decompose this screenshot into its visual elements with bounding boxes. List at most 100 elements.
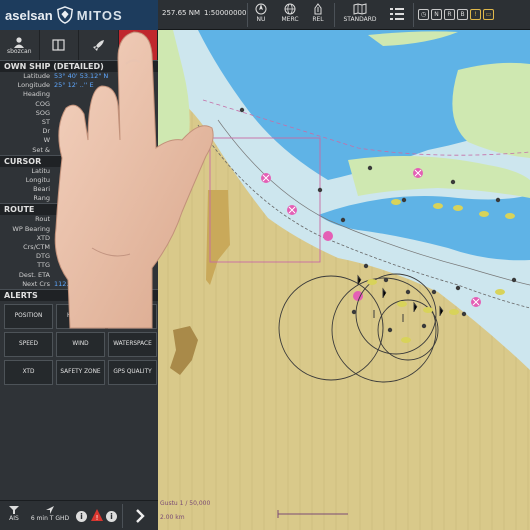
- vessel-icon: [314, 3, 322, 15]
- row-value: [54, 100, 158, 109]
- row-label: TTG: [37, 261, 50, 270]
- user-icon: [14, 36, 25, 48]
- alert-button-heading[interactable]: HEADING: [56, 303, 105, 329]
- row-value: 25° 12' ..'' E: [54, 81, 94, 90]
- layout-icon: [52, 39, 65, 51]
- alert-button-depth[interactable]: DEPTH: [108, 303, 157, 329]
- warning-icon[interactable]: !: [470, 9, 481, 20]
- rocket-tab[interactable]: [79, 30, 119, 60]
- record-tab[interactable]: [118, 30, 158, 60]
- info-row: Longitu: [0, 176, 158, 185]
- alert-button-speed[interactable]: SPEED: [4, 331, 53, 357]
- bottom-divider: [122, 504, 123, 528]
- relative-motion-label: REL: [312, 16, 324, 23]
- row-value: [54, 167, 158, 176]
- row-value: [54, 109, 158, 118]
- info-row: ST: [0, 118, 158, 127]
- alert-button-gps-quality[interactable]: GPS QUALITY: [108, 359, 157, 385]
- user-tab[interactable]: sbozcan: [0, 30, 40, 60]
- r-icon[interactable]: R: [444, 9, 455, 20]
- north-up-button[interactable]: NU: [250, 2, 272, 28]
- alert-button-waterspace[interactable]: WATERSPACE: [108, 331, 157, 357]
- info-row: Crs/CTM: [0, 243, 158, 252]
- row-label: Latitude: [23, 72, 50, 80]
- row-label: XTD: [36, 233, 50, 242]
- chart-scale-label: Gustu 1 / 50,000: [160, 500, 211, 507]
- mercator-label: MERC: [281, 16, 299, 23]
- info-icon[interactable]: i: [76, 511, 87, 522]
- display-standard-button[interactable]: STANDARD: [338, 2, 382, 28]
- svg-text:!: !: [96, 514, 99, 522]
- row-value: [54, 194, 158, 203]
- alert-warning-icon[interactable]: !: [90, 507, 104, 522]
- row-label: Longitude: [17, 81, 50, 90]
- status-info-icon[interactable]: i: [106, 511, 117, 522]
- alert-button-safety-zone[interactable]: SAFETY ZONE: [56, 359, 105, 385]
- route-rows: Rout WP Bearing XTD Crs/CTM DTG TTG Dest. ETA N…: [0, 215, 158, 289]
- row-label: WP Bearing: [12, 224, 50, 233]
- n-icon[interactable]: N: [431, 9, 442, 20]
- info-row: Longitude 25° 12' ..'' E: [0, 81, 158, 90]
- row-value: [54, 146, 158, 155]
- relative-motion-button[interactable]: REL: [307, 2, 329, 28]
- display-standard-label: STANDARD: [343, 16, 377, 23]
- nautical-chart[interactable]: [158, 30, 530, 530]
- row-label: DTG: [35, 252, 50, 261]
- row-value: [54, 234, 158, 243]
- alerts-header: ALERTS: [0, 288, 158, 301]
- row-label: Rout: [35, 215, 50, 224]
- info-row: Next Crs 112.4°T: [0, 280, 158, 289]
- layout-tab[interactable]: [40, 30, 79, 60]
- row-value: [54, 90, 158, 99]
- alerts-grid: POSITION HEADING DEPTH SPEED WIND WATERSPACE X…: [0, 301, 158, 388]
- alert-button-wind[interactable]: WIND: [56, 331, 105, 357]
- row-value: [54, 136, 158, 145]
- b-icon[interactable]: B: [457, 9, 468, 20]
- record-icon: [134, 41, 142, 49]
- info-row: Latitu: [0, 167, 158, 176]
- vector-setting-button[interactable]: 6 min T GHD: [28, 505, 72, 522]
- filter-icon: [9, 506, 19, 514]
- navigation-icon: [46, 506, 54, 514]
- list-button[interactable]: [386, 2, 408, 28]
- vector-setting-label: 6 min T GHD: [30, 515, 70, 522]
- row-value: [54, 243, 158, 252]
- row-value: [54, 185, 158, 194]
- info-row: Rang: [0, 194, 158, 203]
- info-row: Heading: [0, 90, 158, 99]
- row-label: Dest. ETA: [18, 270, 50, 279]
- info-panel: sbozcan OWN SHIP (DETAILED) Latitude 53° …: [0, 30, 158, 500]
- cursor-rows: Latitu Longitu Beari Rang: [0, 167, 158, 204]
- ais-label: AIS: [9, 515, 19, 522]
- rocket-icon: [92, 39, 104, 51]
- row-label: Beari: [33, 185, 50, 194]
- chevron-right-icon[interactable]: [132, 507, 148, 525]
- info-row: XTD: [0, 234, 158, 243]
- alert-button-position[interactable]: POSITION: [4, 303, 53, 329]
- range-readout: 257.65 NM: [162, 9, 200, 17]
- info-row: W: [0, 136, 158, 145]
- chart-map[interactable]: Gustu 1 / 50,000 2.00 km: [158, 30, 530, 530]
- chart-scale-distance: 2.00 km: [160, 514, 185, 521]
- row-value: [54, 271, 158, 280]
- compass-icon: [255, 3, 267, 15]
- ais-filter-button[interactable]: AIS: [4, 505, 24, 522]
- map-icon: [353, 3, 367, 15]
- alert-button-xtd[interactable]: XTD: [4, 359, 53, 385]
- toolbar-divider: [334, 3, 335, 27]
- info-row: WP Bearing: [0, 225, 158, 234]
- info-row: Set &: [0, 146, 158, 155]
- toolbar-divider: [413, 3, 414, 27]
- clock-icon[interactable]: ◷: [418, 9, 429, 20]
- panel-tabs: sbozcan: [0, 30, 158, 60]
- row-value: 53° 40' 53.12" N: [54, 72, 109, 80]
- status-icon-strip: ◷ N R B ! ▭: [418, 9, 494, 20]
- row-value: [54, 176, 158, 185]
- top-toolbar: aselsan MITOS 257.65 NM 1:50000000 NU ME…: [0, 0, 530, 30]
- mercator-button[interactable]: MERC: [277, 2, 303, 28]
- row-label: ST: [41, 117, 50, 126]
- shield-icon: [56, 6, 73, 24]
- info-row: Latitude 53° 40' 53.12" N: [0, 72, 158, 81]
- folder-icon[interactable]: ▭: [483, 9, 494, 20]
- own-ship-rows: Latitude 53° 40' 53.12" N Longitude 25° 12'…: [0, 72, 158, 155]
